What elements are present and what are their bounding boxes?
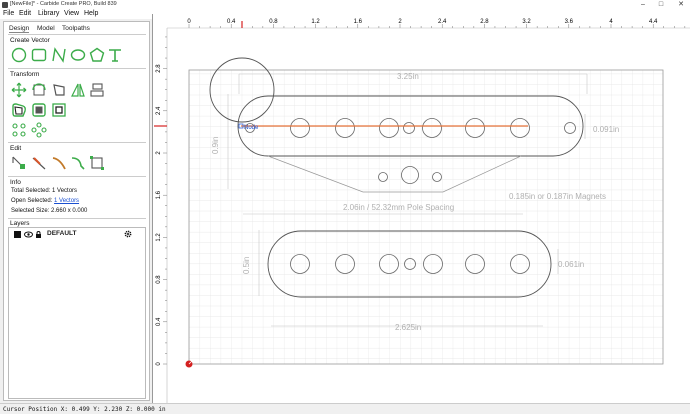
dim-magnets: 0.185in or 0.187in Magnets bbox=[509, 192, 606, 201]
layer-color-swatch[interactable] bbox=[14, 231, 21, 238]
ruler-x-label: 2.4 bbox=[438, 19, 447, 25]
fillet-icon[interactable] bbox=[51, 155, 67, 171]
ruler-y-label: 0.8 bbox=[156, 275, 162, 284]
ruler-x-label: 0.4 bbox=[227, 19, 236, 25]
ruler-x-label: 0.8 bbox=[269, 19, 278, 25]
layers-list: DEFAULT bbox=[8, 227, 146, 399]
total-selected-label: Total Selected: bbox=[11, 188, 51, 194]
minimize-button[interactable]: – bbox=[634, 0, 652, 9]
open-selected-label: Open Selected: bbox=[11, 198, 53, 204]
app-icon bbox=[2, 1, 8, 8]
tab-divider bbox=[8, 34, 146, 35]
trim-icon[interactable] bbox=[31, 155, 47, 171]
design-panel: Design Model Toolpaths Create Vector Tra… bbox=[3, 21, 150, 401]
smooth-icon[interactable] bbox=[70, 155, 86, 171]
ruler-y-label: 2.8 bbox=[156, 64, 162, 73]
section-info: Info bbox=[10, 179, 21, 186]
close-button[interactable]: ✕ bbox=[672, 0, 690, 9]
open-selected-link[interactable]: 1 Vectors bbox=[54, 198, 79, 204]
stock-grid bbox=[188, 69, 664, 365]
ruler-x-label: 3.6 bbox=[565, 19, 574, 25]
polyline-icon[interactable] bbox=[51, 47, 67, 63]
tab-toolpaths[interactable]: Toolpaths bbox=[62, 25, 90, 32]
menu-library[interactable]: Library bbox=[38, 10, 59, 17]
text-icon[interactable] bbox=[107, 47, 123, 63]
section-transform: Transform bbox=[10, 71, 40, 78]
total-selected-value: 1 Vectors bbox=[52, 188, 78, 194]
ruler-x-label: 1.6 bbox=[354, 19, 363, 25]
tab-model[interactable]: Model bbox=[37, 25, 55, 32]
status-bar: Cursor Position X: 0.499 Y: 2.230 Z: 0.0… bbox=[0, 403, 690, 414]
selected-size-value: 2.660 x 0.000 bbox=[51, 208, 88, 214]
menu-help[interactable]: Help bbox=[84, 10, 98, 17]
ruler-y-label: 0.4 bbox=[156, 317, 162, 326]
join-icon[interactable] bbox=[31, 102, 47, 118]
lock-icon[interactable] bbox=[35, 231, 42, 238]
rotate-icon[interactable] bbox=[31, 82, 47, 98]
mirror-icon[interactable] bbox=[51, 82, 67, 98]
circular-array-icon[interactable] bbox=[11, 122, 27, 138]
cursor-position: Cursor Position X: 0.499 Y: 2.230 Z: 0.0… bbox=[3, 406, 166, 413]
layer-name: DEFAULT bbox=[47, 230, 77, 237]
move-icon[interactable] bbox=[11, 82, 27, 98]
section-edit: Edit bbox=[10, 145, 22, 152]
dim-pole-spacing: 2.06in / 52.32mm Pole Spacing bbox=[343, 203, 454, 212]
menu-file[interactable]: File bbox=[3, 10, 14, 17]
dim-right-top: 0.091in bbox=[593, 125, 619, 134]
dim-width-bottom: 2.625in bbox=[395, 323, 421, 332]
ruler-y-label: 1.2 bbox=[156, 233, 162, 242]
vertical-ruler bbox=[153, 28, 167, 404]
eye-icon[interactable] bbox=[24, 231, 33, 238]
section-layers: Layers bbox=[10, 220, 30, 227]
maximize-button[interactable]: □ bbox=[652, 0, 670, 9]
section-divider bbox=[8, 176, 146, 177]
circle-icon[interactable] bbox=[11, 47, 27, 63]
polygon-icon[interactable] bbox=[89, 47, 105, 63]
layer-row[interactable]: DEFAULT bbox=[11, 230, 144, 239]
node-edit-icon[interactable] bbox=[11, 155, 27, 171]
ruler-x-label: 4.4 bbox=[649, 19, 658, 25]
section-divider bbox=[8, 218, 146, 219]
ruler-x-label: 2.8 bbox=[480, 19, 489, 25]
rectangle-icon[interactable] bbox=[31, 47, 47, 63]
selected-size-label: Selected Size: bbox=[11, 208, 50, 214]
section-create-vector: Create Vector bbox=[10, 37, 50, 44]
section-divider bbox=[8, 142, 146, 143]
design-canvas[interactable]: 0 0.4 0.8 1.2 1.6 2 2.4 2.8 3.2 3.6 4 4.4 2.8 2.4 2 1.… bbox=[152, 14, 690, 404]
gear-icon[interactable] bbox=[124, 230, 132, 238]
total-selected-row: Total Selected: 1 Vectors bbox=[11, 188, 77, 194]
ruler-x-label: 1.2 bbox=[311, 19, 320, 25]
title-bar: [NewFile]* - Carbide Create PRO, Build 8… bbox=[0, 0, 690, 9]
ruler-y-label: 1.6 bbox=[156, 190, 162, 199]
scale-icon[interactable] bbox=[70, 82, 86, 98]
section-divider bbox=[8, 68, 146, 69]
ruler-x-label: 3.2 bbox=[522, 19, 531, 25]
offset-icon[interactable] bbox=[11, 102, 27, 118]
boolean-icon[interactable] bbox=[51, 102, 67, 118]
grid-array-icon[interactable] bbox=[31, 122, 47, 138]
menu-edit[interactable]: Edit bbox=[19, 10, 31, 17]
node-label: Node bbox=[244, 125, 259, 131]
dim-left-top: 0.9in bbox=[211, 137, 220, 154]
dim-right-bottom: 0.061in bbox=[558, 260, 584, 269]
ellipse-icon[interactable] bbox=[70, 47, 86, 63]
selected-size-row: Selected Size: 2.660 x 0.000 bbox=[11, 208, 87, 214]
window-title: [NewFile]* - Carbide Create PRO, Build 8… bbox=[10, 1, 117, 7]
menu-view[interactable]: View bbox=[64, 10, 79, 17]
dim-width-top: 3.25in bbox=[397, 72, 419, 81]
ruler-y-label: 2.4 bbox=[156, 106, 162, 115]
align-icon[interactable] bbox=[89, 82, 105, 98]
tab-design[interactable]: Design bbox=[9, 25, 30, 33]
bounding-box-icon[interactable] bbox=[89, 155, 105, 171]
dim-left-bottom: 0.5in bbox=[242, 257, 251, 274]
open-selected-row: Open Selected: 1 Vectors bbox=[11, 198, 79, 204]
